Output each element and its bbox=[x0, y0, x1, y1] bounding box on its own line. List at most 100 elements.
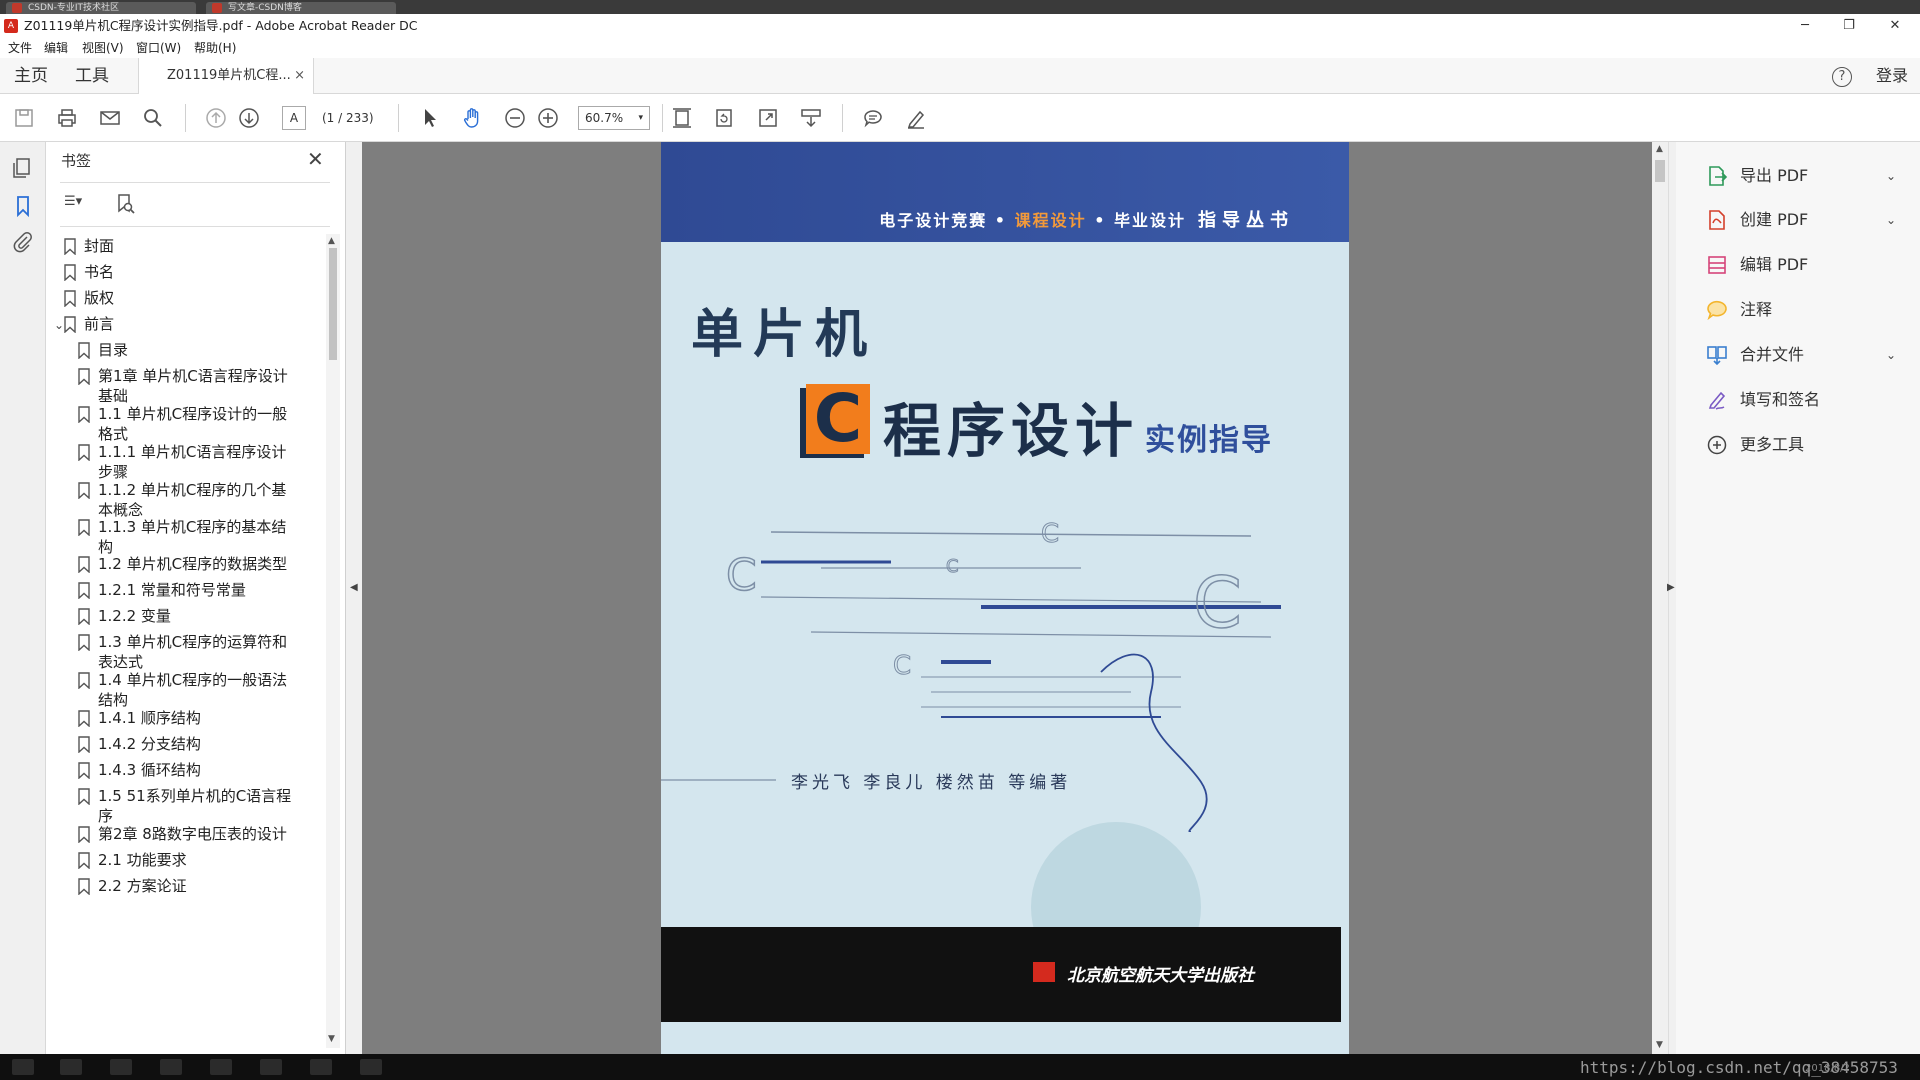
email-icon[interactable] bbox=[98, 106, 122, 130]
panel-splitter[interactable]: ◀ bbox=[346, 142, 362, 1054]
menu-help[interactable]: 帮助(H) bbox=[194, 38, 236, 58]
bookmark-item[interactable]: 目录 bbox=[46, 340, 326, 360]
taskbar-app-icon[interactable] bbox=[160, 1059, 182, 1075]
browser-tab[interactable]: CSDN-专业IT技术社区 bbox=[6, 2, 196, 14]
bookmark-item[interactable]: 1.1.3 单片机C程序的基本结构 bbox=[46, 517, 326, 557]
restore-button[interactable]: ❐ bbox=[1826, 14, 1872, 38]
taskbar-app-icon[interactable] bbox=[210, 1059, 232, 1075]
tools-pane-splitter[interactable]: ▶ bbox=[1667, 142, 1676, 1054]
comment-icon[interactable] bbox=[861, 106, 885, 130]
scroll-mode-icon[interactable] bbox=[799, 106, 823, 130]
tool-combine-files[interactable]: 合并文件 ⌄ bbox=[1706, 341, 1906, 369]
bookmark-item[interactable]: 1.3 单片机C程序的运算符和表达式 bbox=[46, 632, 326, 672]
taskbar-app-icon[interactable] bbox=[110, 1059, 132, 1075]
bookmark-options-button[interactable]: ☰▾ bbox=[64, 194, 96, 218]
tab-tools[interactable]: 工具 bbox=[75, 58, 109, 94]
bookmark-item[interactable]: 书名 bbox=[46, 262, 326, 282]
hand-tool-icon[interactable] bbox=[461, 106, 485, 130]
document-view[interactable]: 电子设计竞赛 • 课程设计 • 毕业设计 指导丛书 单片机 C 程序设计 实例指导… bbox=[362, 142, 1652, 1054]
bookmark-item[interactable]: ⌄ 前言 bbox=[46, 314, 326, 334]
scrollbar-thumb[interactable] bbox=[329, 248, 337, 360]
bookmark-item[interactable]: 1.4 单片机C程序的一般语法结构 bbox=[46, 670, 326, 710]
fit-page-icon[interactable] bbox=[670, 106, 694, 130]
full-screen-icon[interactable] bbox=[756, 106, 780, 130]
bookmark-item[interactable]: 1.1.2 单片机C程序的几个基本概念 bbox=[46, 480, 326, 520]
bookmark-item[interactable]: 1.2 单片机C程序的数据类型 bbox=[46, 554, 326, 574]
next-page-icon[interactable] bbox=[237, 106, 261, 130]
bookmark-item[interactable]: 1.4.1 顺序结构 bbox=[46, 708, 326, 728]
document-scrollbar[interactable]: ▲ ▼ bbox=[1652, 142, 1668, 1054]
bookmark-item[interactable]: 1.4.2 分支结构 bbox=[46, 734, 326, 754]
taskbar-app-icon[interactable] bbox=[260, 1059, 282, 1075]
bookmark-item[interactable]: 1.1.1 单片机C语言程序设计步骤 bbox=[46, 442, 326, 482]
chevron-down-icon[interactable]: ⌄ bbox=[1886, 206, 1896, 234]
chevron-down-icon[interactable]: ⌄ bbox=[54, 315, 64, 335]
previous-page-icon[interactable] bbox=[204, 106, 228, 130]
tool-fill-sign[interactable]: 填写和签名 bbox=[1706, 386, 1906, 414]
bookmark-label: 1.4 单片机C程序的一般语法结构 bbox=[98, 671, 288, 709]
bookmark-item[interactable]: 封面 bbox=[46, 236, 326, 256]
tool-edit-pdf[interactable]: 编辑 PDF bbox=[1706, 251, 1906, 279]
tool-create-pdf[interactable]: 创建 PDF ⌄ bbox=[1706, 206, 1906, 234]
highlight-pen-icon[interactable] bbox=[904, 106, 928, 130]
rotate-view-icon[interactable] bbox=[712, 106, 736, 130]
zoom-out-icon[interactable] bbox=[503, 106, 527, 130]
taskbar-app-icon[interactable] bbox=[60, 1059, 82, 1075]
bookmarks-icon[interactable] bbox=[11, 194, 35, 218]
close-window-button[interactable]: ✕ bbox=[1872, 14, 1918, 38]
page-number-input[interactable]: A bbox=[282, 106, 306, 130]
os-taskbar: https://blog.csdn.net/qq_38458753 2018/8… bbox=[0, 1054, 1920, 1080]
bookmark-item[interactable]: 第2章 8路数字电压表的设计 bbox=[46, 824, 326, 844]
menu-view[interactable]: 视图(V) bbox=[82, 38, 124, 58]
select-cursor-icon[interactable] bbox=[418, 106, 442, 130]
bookmarks-scrollbar[interactable]: ▲ ▼ bbox=[326, 234, 340, 1048]
bookmark-icon bbox=[78, 634, 90, 651]
bookmark-item[interactable]: 1.2.1 常量和符号常量 bbox=[46, 580, 326, 600]
minimize-button[interactable]: ─ bbox=[1782, 14, 1828, 38]
start-icon[interactable] bbox=[12, 1059, 34, 1075]
attachments-icon[interactable] bbox=[11, 230, 35, 254]
scroll-down-icon[interactable]: ▼ bbox=[1656, 1040, 1663, 1050]
taskbar-app-icon[interactable] bbox=[360, 1059, 382, 1075]
bookmark-item[interactable]: 1.4.3 循环结构 bbox=[46, 760, 326, 780]
bookmark-item[interactable]: 1.5 51系列单片机的C语言程序 bbox=[46, 786, 326, 826]
zoom-in-icon[interactable] bbox=[536, 106, 560, 130]
menu-file[interactable]: 文件 bbox=[8, 38, 32, 58]
collapse-left-icon[interactable]: ◀ bbox=[350, 582, 358, 593]
bookmark-icon bbox=[78, 519, 90, 536]
bookmark-item[interactable]: 第1章 单片机C语言程序设计基础 bbox=[46, 366, 326, 406]
chevron-down-icon[interactable]: ⌄ bbox=[1886, 162, 1896, 190]
collapse-right-icon[interactable]: ▶ bbox=[1667, 582, 1675, 593]
bookmark-item[interactable]: 1.2.2 变量 bbox=[46, 606, 326, 626]
scrollbar-thumb[interactable] bbox=[1655, 160, 1665, 182]
menu-window[interactable]: 窗口(W) bbox=[136, 38, 181, 58]
page-thumbnails-icon[interactable] bbox=[11, 156, 35, 180]
bookmark-item[interactable]: 1.1 单片机C程序设计的一般格式 bbox=[46, 404, 326, 444]
close-tab-icon[interactable]: × bbox=[294, 58, 305, 94]
tools-pane: 导出 PDF ⌄ 创建 PDF ⌄ 编辑 PDF 注释 合并文件 ⌄ 填写和签名 bbox=[1676, 142, 1920, 1054]
menu-edit[interactable]: 编辑 bbox=[44, 38, 68, 58]
save-icon[interactable] bbox=[12, 106, 36, 130]
scroll-up-icon[interactable]: ▲ bbox=[328, 236, 335, 246]
chevron-down-icon[interactable]: ⌄ bbox=[1886, 341, 1896, 369]
tool-comment[interactable]: 注释 bbox=[1706, 296, 1906, 324]
bookmark-item[interactable]: 2.2 方案论证 bbox=[46, 876, 326, 896]
zoom-select[interactable]: 60.7% ▾ bbox=[578, 106, 650, 130]
tool-export-pdf[interactable]: 导出 PDF ⌄ bbox=[1706, 162, 1906, 190]
tab-document[interactable]: Z01119单片机C程... × bbox=[138, 58, 314, 95]
tool-more-tools[interactable]: 更多工具 bbox=[1706, 431, 1906, 459]
tab-home[interactable]: 主页 bbox=[14, 58, 48, 94]
find-bookmark-icon[interactable] bbox=[113, 192, 137, 216]
taskbar-app-icon[interactable] bbox=[310, 1059, 332, 1075]
scroll-up-icon[interactable]: ▲ bbox=[1656, 144, 1663, 154]
scroll-down-icon[interactable]: ▼ bbox=[328, 1034, 335, 1044]
search-icon[interactable] bbox=[141, 106, 165, 130]
bookmark-item[interactable]: 2.1 功能要求 bbox=[46, 850, 326, 870]
bookmark-item[interactable]: 版权 bbox=[46, 288, 326, 308]
login-button[interactable]: 登录 bbox=[1876, 58, 1908, 94]
browser-tab[interactable]: 写文章-CSDN博客 bbox=[206, 2, 396, 14]
help-icon[interactable]: ? bbox=[1832, 67, 1852, 87]
print-icon[interactable] bbox=[55, 106, 79, 130]
close-icon[interactable]: ✕ bbox=[307, 147, 324, 171]
bookmark-icon bbox=[78, 878, 90, 895]
